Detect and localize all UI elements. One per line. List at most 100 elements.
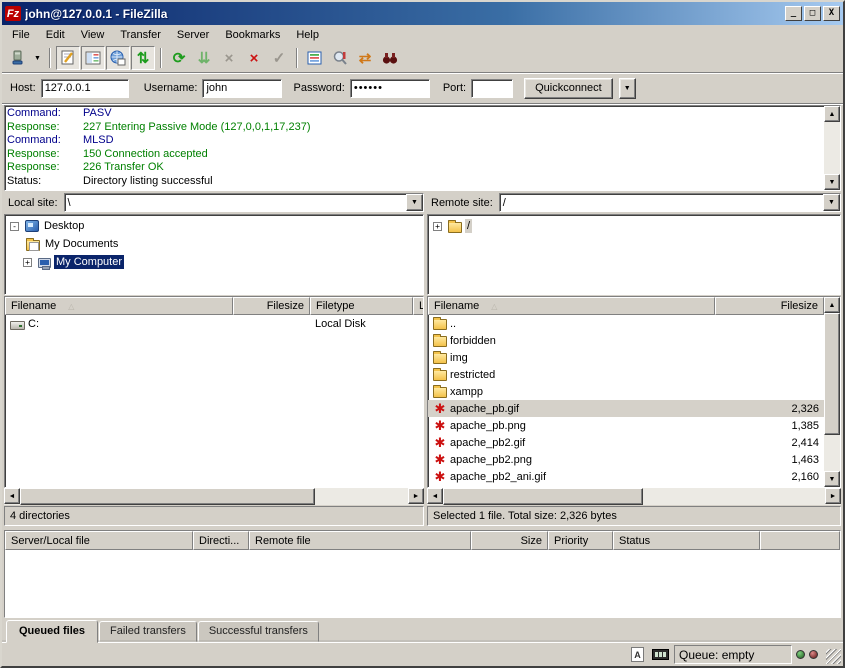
menu-view[interactable]: View	[73, 27, 113, 43]
toggle-queue-button[interactable]: ⇅	[131, 46, 155, 70]
menu-edit[interactable]: Edit	[38, 27, 73, 43]
expand-icon[interactable]: +	[23, 258, 32, 267]
remote-file-row[interactable]: xampp	[428, 383, 824, 400]
remote-file-row[interactable]: ✱apache_pb2.gif 2,414	[428, 434, 824, 451]
ascii-data-type-indicator[interactable]: A	[628, 646, 647, 663]
column-priority[interactable]: Priority	[548, 531, 613, 550]
remote-file-list: Filename△ Filesize .. forbidden img	[427, 296, 841, 488]
remote-file-row[interactable]: ✱apache_pb.png 1,385	[428, 417, 824, 434]
message-log: Command:PASV Response:227 Entering Passi…	[4, 105, 841, 191]
scroll-down-icon[interactable]: ▼	[824, 174, 840, 190]
password-input[interactable]	[350, 79, 430, 98]
speed-limits-indicator[interactable]	[651, 646, 670, 663]
tree-item-root[interactable]: + /	[430, 217, 840, 235]
scroll-down-icon[interactable]: ▼	[824, 471, 840, 487]
scroll-left-icon[interactable]: ◄	[427, 488, 443, 504]
local-site-combo[interactable]: \ ▼	[64, 193, 424, 212]
chevron-down-icon[interactable]: ▼	[823, 194, 840, 211]
process-queue-icon: ⇊	[198, 51, 211, 66]
site-manager-dropdown[interactable]: ▼	[31, 47, 44, 69]
column-server-local-file[interactable]: Server/Local file	[5, 531, 193, 550]
quickconnect-button[interactable]: Quickconnect	[524, 78, 613, 99]
minimize-button[interactable]: _	[785, 6, 802, 21]
reconnect-icon: ✓	[273, 51, 286, 66]
folder-icon	[448, 222, 462, 233]
remote-file-row[interactable]: restricted	[428, 366, 824, 383]
port-input[interactable]	[471, 79, 513, 98]
scroll-left-icon[interactable]: ◄	[4, 488, 20, 504]
username-input[interactable]	[202, 79, 282, 98]
scroll-right-icon[interactable]: ►	[408, 488, 424, 504]
compare-icon	[331, 49, 349, 67]
queue-status-text: Queue: empty	[674, 645, 792, 664]
menu-file[interactable]: File	[4, 27, 38, 43]
local-treeview-icon	[84, 49, 102, 67]
remote-site-combo[interactable]: / ▼	[499, 193, 841, 212]
disconnect-button[interactable]: ×	[242, 46, 266, 70]
process-queue-button[interactable]: ⇊	[192, 46, 216, 70]
tab-failed-transfers[interactable]: Failed transfers	[99, 621, 197, 642]
find-files-button[interactable]	[378, 46, 402, 70]
scroll-up-icon[interactable]: ▲	[824, 297, 840, 313]
column-filesize[interactable]: Filesize	[233, 297, 310, 315]
menu-transfer[interactable]: Transfer	[112, 27, 169, 43]
host-input[interactable]	[41, 79, 129, 98]
status-bar: A Queue: empty	[2, 642, 843, 666]
collapse-icon[interactable]: -	[10, 222, 19, 231]
compare-directories-button[interactable]	[328, 46, 352, 70]
remote-file-row-selected[interactable]: ✱apache_pb.gif 2,326	[428, 400, 824, 417]
tree-item-desktop[interactable]: - Desktop	[7, 217, 423, 235]
local-horizontal-scrollbar[interactable]: ◄ ►	[4, 488, 424, 505]
column-filetype[interactable]: Filetype	[310, 297, 413, 315]
scroll-up-icon[interactable]: ▲	[824, 106, 840, 122]
activity-led-red-icon	[809, 650, 818, 659]
local-file-row[interactable]: C: Local Disk	[5, 315, 423, 332]
remote-vertical-scrollbar[interactable]: ▲ ▼	[824, 297, 840, 487]
remote-file-row[interactable]: ✱apache_pb2_ani.gif 2,160	[428, 468, 824, 485]
close-button[interactable]: X	[823, 6, 840, 21]
remote-file-row[interactable]: img	[428, 349, 824, 366]
menu-server[interactable]: Server	[169, 27, 217, 43]
reconnect-button[interactable]: ✓	[267, 46, 291, 70]
queue-view-icon: ⇅	[137, 51, 150, 66]
expand-icon[interactable]: +	[433, 222, 442, 231]
scroll-right-icon[interactable]: ►	[825, 488, 841, 504]
toggle-remote-tree-button[interactable]	[106, 46, 130, 70]
directory-filters-button[interactable]	[303, 46, 327, 70]
quickconnect-dropdown[interactable]: ▼	[619, 78, 636, 99]
column-filesize[interactable]: Filesize	[715, 297, 824, 315]
remote-treeview-icon	[109, 49, 127, 67]
binoculars-icon	[381, 49, 399, 67]
column-remote-file[interactable]: Remote file	[249, 531, 471, 550]
column-direction[interactable]: Directi...	[193, 531, 249, 550]
remote-file-row[interactable]: forbidden	[428, 332, 824, 349]
log-vertical-scrollbar[interactable]: ▲ ▼	[824, 106, 840, 190]
toggle-local-tree-button[interactable]	[81, 46, 105, 70]
site-manager-button[interactable]	[6, 46, 30, 70]
toolbar-separator	[296, 48, 298, 68]
column-size[interactable]: Size	[471, 531, 548, 550]
log-line: Response:226 Transfer OK	[7, 161, 822, 175]
synchronized-browsing-button[interactable]: ⇄	[353, 46, 377, 70]
resize-grip[interactable]	[826, 649, 841, 664]
chevron-down-icon[interactable]: ▼	[406, 194, 423, 211]
username-label: Username:	[144, 82, 198, 94]
toggle-message-log-button[interactable]	[56, 46, 80, 70]
maximize-button[interactable]: □	[804, 6, 821, 21]
column-filename[interactable]: Filename△	[428, 297, 715, 315]
remote-horizontal-scrollbar[interactable]: ◄ ►	[427, 488, 841, 505]
tab-queued-files[interactable]: Queued files	[6, 620, 98, 643]
queue-body[interactable]	[5, 550, 840, 617]
tree-item-my-documents[interactable]: My Documents	[7, 235, 423, 253]
remote-file-row[interactable]: ✱apache_pb2.png 1,463	[428, 451, 824, 468]
remote-file-row[interactable]: ..	[428, 315, 824, 332]
cancel-operation-button[interactable]: ×	[217, 46, 241, 70]
refresh-button[interactable]: ⟳	[167, 46, 191, 70]
column-last-modified[interactable]: L	[413, 297, 423, 315]
tree-item-my-computer[interactable]: + My Computer	[7, 253, 423, 271]
column-status[interactable]: Status	[613, 531, 760, 550]
menu-help[interactable]: Help	[288, 27, 327, 43]
tab-successful-transfers[interactable]: Successful transfers	[198, 621, 319, 642]
column-filename[interactable]: Filename△	[5, 297, 233, 315]
menu-bookmarks[interactable]: Bookmarks	[217, 27, 288, 43]
